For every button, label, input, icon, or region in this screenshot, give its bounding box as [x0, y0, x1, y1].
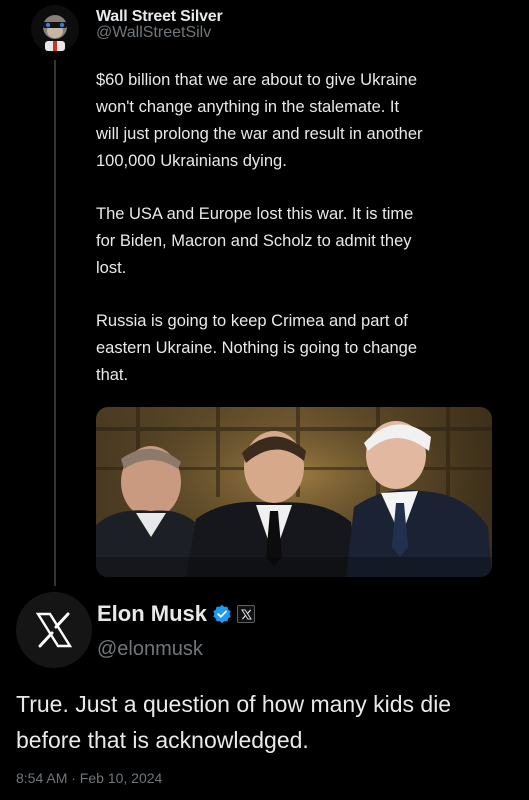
quoted-author-handle[interactable]: @WallStreetSilv: [96, 24, 211, 42]
main-tweet-line: before that is acknowledged.: [16, 727, 309, 753]
verified-badge-icon[interactable]: [212, 604, 232, 624]
quoted-paragraph: $60 billion that we are about to give Uk…: [96, 71, 423, 170]
tweet-timestamp[interactable]: 8:54 AM · Feb 10, 2024: [16, 770, 162, 786]
quoted-tweet-text: $60 billion that we are about to give Uk…: [96, 67, 508, 415]
photo-three-men: [96, 407, 492, 577]
x-affiliate-badge-icon[interactable]: [237, 605, 256, 623]
x-logo-icon: [35, 612, 73, 648]
thread-connector-line: [54, 60, 56, 586]
main-author-avatar[interactable]: [16, 592, 92, 668]
tweet-photo[interactable]: [96, 407, 492, 577]
main-tweet-text: True. Just a question of how many kids d…: [16, 686, 516, 758]
quoted-paragraph: Russia is going to keep Crimea and part …: [96, 312, 418, 384]
quoted-author-avatar[interactable]: [31, 5, 79, 53]
main-author-handle[interactable]: @elonmusk: [97, 638, 203, 661]
main-author-name[interactable]: Elon Musk: [97, 601, 207, 627]
quoted-paragraph: The USA and Europe lost this war. It is …: [96, 205, 414, 277]
x-mini-logo-icon: [240, 608, 252, 620]
main-tweet-line: True. Just a question of how many kids d…: [16, 691, 452, 717]
ape-avatar-icon: [31, 5, 79, 53]
main-author-name-row: Elon Musk: [97, 601, 256, 627]
